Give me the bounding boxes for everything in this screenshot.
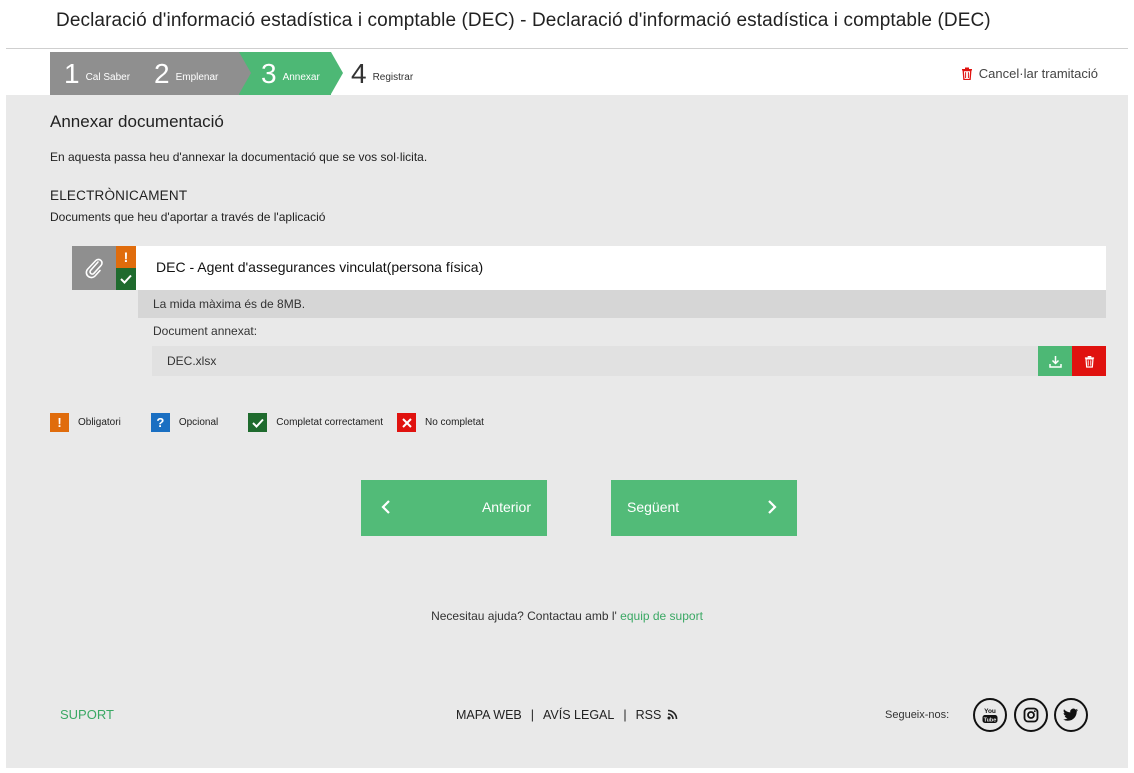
annexed-document-label: Document annexat: xyxy=(153,324,258,338)
required-marker: ! xyxy=(50,413,69,432)
help-prefix: Necesitau ajuda? Contactau amb l' xyxy=(431,609,617,623)
step-4-label: Registrar xyxy=(372,72,414,83)
legend-completed-label: Completat correctament xyxy=(276,417,383,428)
twitter-icon[interactable] xyxy=(1054,698,1088,732)
step-3-label: Annexar xyxy=(282,72,320,83)
document-title: DEC - Agent d'assegurances vinculat(pers… xyxy=(156,259,484,275)
legal-notice-link[interactable]: AVÍS LEGAL xyxy=(543,708,614,722)
max-size-row: La mida màxima és de 8MB. xyxy=(138,290,1106,318)
electronic-subheading: Documents que heu d'aportar a través de … xyxy=(50,210,326,224)
file-name: DEC.xlsx xyxy=(167,354,217,368)
download-icon xyxy=(1048,355,1062,368)
svg-text:You: You xyxy=(984,708,996,715)
electronic-heading: ELECTRÒNICAMENT xyxy=(50,188,188,203)
check-icon xyxy=(248,413,268,432)
paperclip-icon xyxy=(85,258,103,279)
legend-not-completed-label: No completat xyxy=(425,417,484,428)
chevron-left-icon xyxy=(381,500,390,514)
download-button[interactable] xyxy=(1038,346,1072,376)
step-3-active[interactable]: 3 Annexar xyxy=(239,52,331,95)
step-1-label: Cal Saber xyxy=(85,72,131,83)
legend-required-label: Obligatori xyxy=(78,417,121,428)
next-button[interactable]: Següent xyxy=(611,480,797,536)
rss-link[interactable]: RSS xyxy=(636,708,678,722)
step-2-number: 2 xyxy=(154,57,170,89)
annexed-file-row: DEC.xlsx xyxy=(152,346,1106,376)
section-intro: En aquesta passa heu d'annexar la docume… xyxy=(50,150,428,164)
rss-label: RSS xyxy=(635,708,662,722)
youtube-icon[interactable]: You Tube xyxy=(973,698,1007,732)
help-text: Necesitau ajuda? Contactau amb l' equip … xyxy=(6,609,1128,623)
step-4-number: 4 xyxy=(351,57,367,89)
step-3-number: 3 xyxy=(261,57,277,89)
legend-optional: ? Opcional xyxy=(150,413,219,432)
cancel-procedure-link[interactable]: Cancel·lar tramitació xyxy=(961,66,1098,81)
max-size-note: La mida màxima és de 8MB. xyxy=(153,297,306,311)
previous-label: Anterior xyxy=(481,499,531,515)
step-1[interactable]: 1 Cal Saber xyxy=(50,52,136,95)
step-2[interactable]: 2 Emplenar xyxy=(136,52,239,95)
document-header: ! DEC - Agent d'assegurances vinculat(pe… xyxy=(72,246,1106,290)
legend-optional-label: Opcional xyxy=(178,417,219,428)
step-arrow xyxy=(239,52,251,94)
completed-check-icon xyxy=(116,268,136,290)
cross-icon xyxy=(397,413,416,432)
trash-icon xyxy=(1084,355,1094,368)
instagram-icon[interactable] xyxy=(1014,698,1048,732)
footer-separator: | xyxy=(530,708,535,722)
rss-icon xyxy=(667,709,678,720)
step-1-number: 1 xyxy=(64,57,80,89)
site-map-link[interactable]: MAPA WEB xyxy=(456,708,522,722)
chevron-right-icon xyxy=(768,500,777,514)
footer-support-link[interactable]: SUPORT xyxy=(60,707,114,722)
svg-text:Tube: Tube xyxy=(984,717,997,723)
section-heading: Annexar documentació xyxy=(50,112,224,131)
step-arrow xyxy=(136,52,148,94)
delete-file-button[interactable] xyxy=(1072,346,1106,376)
follow-us-label: Segueix-nos: xyxy=(885,709,950,721)
footer-separator: | xyxy=(623,708,627,722)
footer-links: MAPA WEB | AVÍS LEGAL | RSS xyxy=(456,708,678,722)
cancel-label: Cancel·lar tramitació xyxy=(978,66,1098,81)
title-divider xyxy=(6,48,1128,49)
legend-not-completed: No completat xyxy=(397,413,484,432)
attach-button[interactable] xyxy=(72,246,116,290)
main-content: Annexar documentació En aquesta passa he… xyxy=(6,95,1128,768)
step-arrow xyxy=(331,52,343,94)
legend-required: ! Obligatori xyxy=(50,413,121,432)
next-label: Següent xyxy=(627,499,680,515)
previous-button[interactable]: Anterior xyxy=(361,480,547,536)
trash-icon xyxy=(961,67,972,80)
support-team-link[interactable]: equip de suport xyxy=(620,609,703,623)
step-2-label: Emplenar xyxy=(175,72,219,83)
required-marker: ! xyxy=(116,246,136,268)
optional-marker: ? xyxy=(150,413,170,432)
step-bar: 1 Cal Saber 2 Emplenar 3 Annexar 4 Regis… xyxy=(6,52,1128,95)
step-4[interactable]: 4 Registrar xyxy=(331,52,431,95)
legend-completed: Completat correctament xyxy=(248,413,383,432)
page-title: Declaració d'informació estadística i co… xyxy=(56,10,991,31)
legend: ! Obligatori ? Opcional Completat correc… xyxy=(50,413,514,432)
